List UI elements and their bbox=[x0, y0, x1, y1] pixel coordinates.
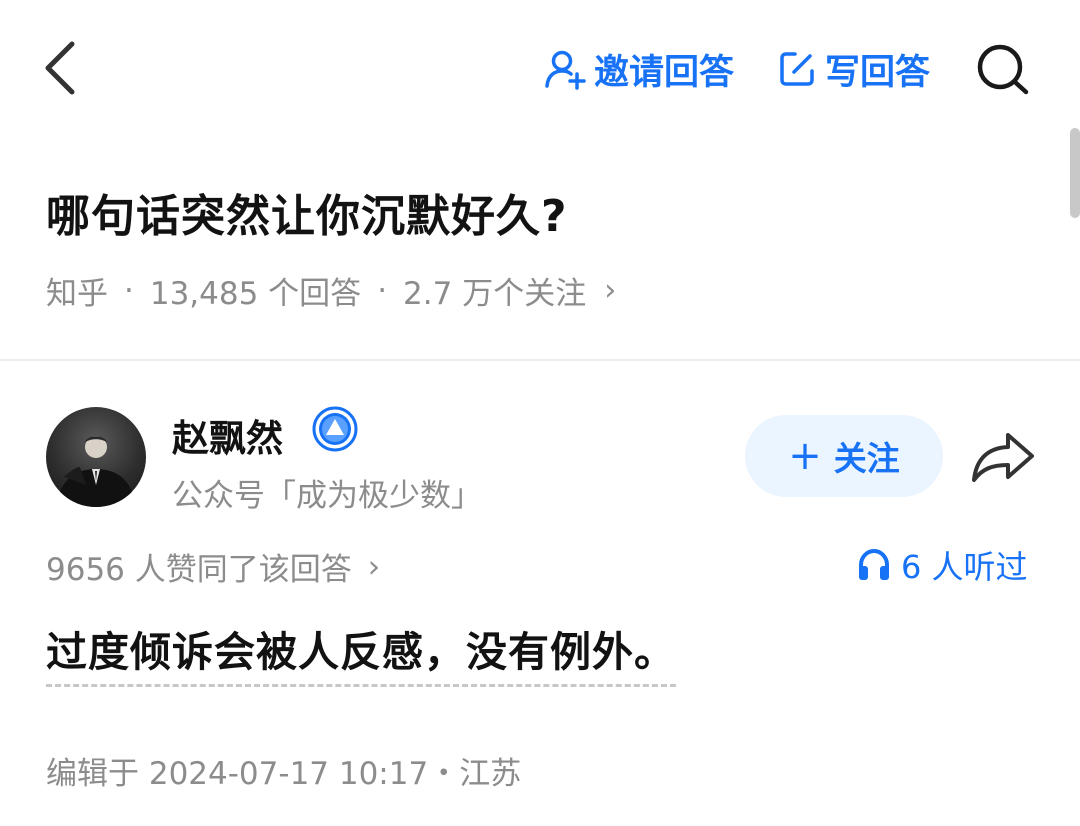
search-icon bbox=[977, 44, 1029, 95]
edit-icon bbox=[780, 52, 814, 86]
edit-info: 编辑于 2024-07-17 10:17・江苏 bbox=[46, 756, 522, 792]
verified-badge bbox=[312, 406, 358, 452]
share-icon bbox=[972, 433, 1034, 482]
question-title[interactable]: 哪句话突然让你沉默好久? bbox=[46, 180, 568, 244]
search-button[interactable] bbox=[974, 42, 1032, 96]
author-name[interactable]: 赵飘然 bbox=[172, 408, 283, 462]
votes-line[interactable]: 9656 人赞同了该回答 › bbox=[46, 544, 380, 589]
meta-separator: · bbox=[377, 272, 388, 309]
share-button[interactable] bbox=[970, 430, 1036, 484]
follow-label: 关注 bbox=[833, 439, 900, 478]
listen-count: 6 人听过 bbox=[901, 548, 1028, 586]
user-plus-icon bbox=[545, 50, 586, 90]
headphones-icon bbox=[859, 548, 889, 580]
write-answer-button[interactable]: 写回答 bbox=[777, 44, 930, 94]
follower-count: 2.7 万个关注 bbox=[403, 276, 587, 312]
follow-button[interactable]: + 关注 bbox=[745, 415, 943, 497]
answer-content[interactable]: 过度倾诉会被人反感，没有例外。 bbox=[46, 618, 676, 687]
invite-answer-button[interactable]: 邀请回答 bbox=[544, 44, 734, 94]
verified-badge-icon bbox=[312, 406, 358, 452]
avatar-image bbox=[56, 436, 136, 507]
author-avatar[interactable] bbox=[46, 407, 146, 507]
invite-answer-label: 邀请回答 bbox=[594, 52, 735, 93]
listen-button[interactable]: 6 人听过 bbox=[857, 542, 1028, 588]
section-divider bbox=[0, 359, 1080, 361]
write-answer-label: 写回答 bbox=[825, 52, 931, 93]
chevron-left-icon bbox=[45, 41, 75, 95]
scrollbar-thumb[interactable] bbox=[1070, 128, 1080, 218]
meta-separator: · bbox=[124, 272, 134, 309]
plus-icon: + bbox=[788, 433, 822, 479]
answer-count: 13,485 个回答 bbox=[149, 276, 362, 312]
back-button[interactable] bbox=[40, 40, 84, 96]
question-source: 知乎 bbox=[46, 276, 108, 312]
vote-count: 9656 人赞同了该回答 bbox=[46, 552, 352, 588]
chevron-right-icon: › bbox=[604, 273, 617, 308]
question-meta[interactable]: 知乎 · 13,485 个回答 · 2.7 万个关注 › bbox=[46, 268, 616, 313]
author-subtitle: 公众号「成为极少数」 bbox=[172, 478, 482, 514]
chevron-right-icon: › bbox=[367, 548, 381, 585]
